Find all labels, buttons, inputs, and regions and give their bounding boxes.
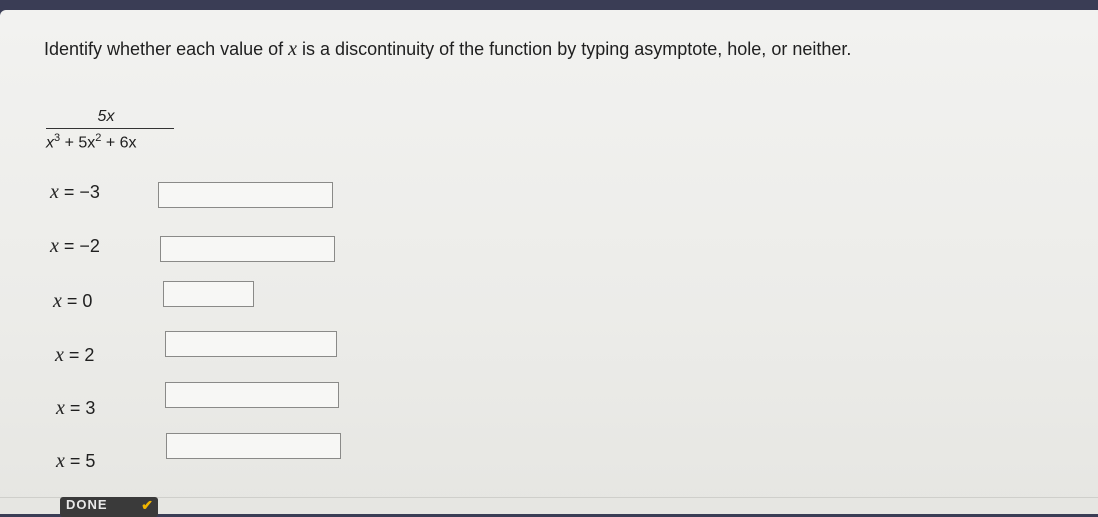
question-panel: Identify whether each value of x is a di… bbox=[0, 10, 1098, 514]
fraction-numerator: 5x bbox=[97, 108, 115, 125]
answer-input-x-2[interactable] bbox=[165, 331, 337, 357]
den-term-1: x bbox=[46, 134, 54, 152]
footer-divider bbox=[0, 497, 1098, 498]
answer-input-x-5[interactable] bbox=[166, 433, 341, 459]
answer-input-x-neg3[interactable] bbox=[158, 182, 333, 208]
function-fraction: 5x x3 + 5x2 + 6x bbox=[46, 108, 176, 152]
row-label: x = 2 bbox=[55, 344, 95, 366]
prompt-text-after: is a discontinuity of the function by ty… bbox=[297, 39, 852, 59]
row-label: x = 0 bbox=[53, 290, 93, 312]
row-label: x = −3 bbox=[50, 181, 100, 203]
den-term-3: + 6x bbox=[101, 134, 137, 152]
fraction-bar bbox=[46, 128, 174, 129]
row-label: x = 3 bbox=[56, 397, 96, 419]
answer-input-x-3[interactable] bbox=[165, 382, 339, 408]
prompt-variable: x bbox=[288, 38, 298, 60]
check-icon: ✔ bbox=[141, 497, 154, 513]
answer-input-x-neg2[interactable] bbox=[160, 236, 335, 262]
prompt-text-before: Identify whether each value of bbox=[44, 39, 289, 59]
done-label: DONE bbox=[66, 497, 108, 512]
done-button[interactable]: DONE ✔ bbox=[60, 497, 158, 517]
row-label: x = 5 bbox=[56, 450, 96, 472]
answer-input-x-0[interactable] bbox=[163, 281, 254, 307]
question-prompt: Identify whether each value of x is a di… bbox=[44, 38, 851, 61]
den-term-2: + 5x bbox=[60, 134, 96, 152]
row-label: x = −2 bbox=[50, 235, 100, 257]
fraction-denominator: x3 + 5x2 + 6x bbox=[46, 132, 176, 152]
